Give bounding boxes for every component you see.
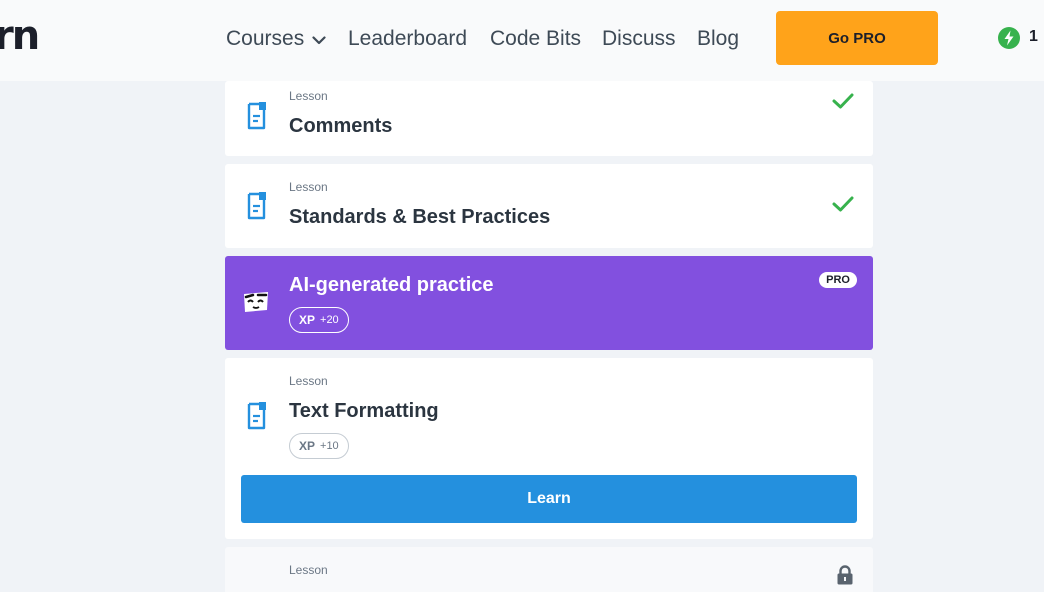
xp-reward-badge: XP +20 (289, 307, 349, 333)
logo[interactable]: rn (0, 16, 40, 56)
checkmark-icon (831, 91, 855, 111)
streak-count: 1 (1029, 28, 1038, 45)
lesson-title: Comments (289, 115, 393, 137)
learn-button[interactable]: Learn (241, 475, 857, 523)
nav-courses[interactable]: Courses (226, 24, 326, 54)
nav-blog[interactable]: Blog (697, 24, 739, 54)
lesson-type-label: Lesson (289, 563, 328, 577)
lesson-card-locked: Lesson (225, 547, 873, 592)
nav-courses-label: Courses (226, 27, 305, 50)
ai-practice-title: AI-generated practice (289, 274, 494, 296)
xp-reward-badge: XP +10 (289, 433, 349, 459)
checkmark-icon (831, 194, 855, 214)
xp-value: +10 (320, 440, 339, 452)
document-icon (245, 191, 269, 221)
lesson-card-comments[interactable]: Lesson Comments (225, 81, 873, 156)
nav-code-bits[interactable]: Code Bits (490, 24, 581, 54)
lesson-type-label: Lesson (289, 89, 328, 103)
lesson-card-text-formatting[interactable]: Lesson Text Formatting XP +10 Learn (225, 358, 873, 539)
lesson-title: Text Formatting (289, 400, 439, 422)
xp-label: XP (299, 439, 316, 453)
robot-face-icon (241, 288, 271, 316)
chevron-down-icon (312, 24, 326, 54)
lesson-title: Standards & Best Practices (289, 206, 551, 228)
lightning-bolt-icon[interactable] (998, 27, 1020, 49)
go-pro-button[interactable]: Go PRO (776, 11, 938, 65)
top-navbar: rn Courses Leaderboard Code Bits Discuss… (0, 0, 1044, 81)
nav-leaderboard[interactable]: Leaderboard (348, 24, 467, 54)
document-icon (245, 101, 269, 131)
lesson-type-label: Lesson (289, 180, 328, 194)
document-icon (245, 401, 269, 431)
lock-icon (836, 565, 854, 585)
lesson-type-label: Lesson (289, 374, 328, 388)
xp-value: +20 (320, 314, 339, 326)
nav-discuss[interactable]: Discuss (602, 24, 676, 54)
ai-practice-card[interactable]: AI-generated practice PRO XP +20 (225, 256, 873, 350)
pro-badge: PRO (819, 272, 857, 288)
xp-label: XP (299, 313, 316, 327)
lesson-card-standards[interactable]: Lesson Standards & Best Practices (225, 164, 873, 248)
